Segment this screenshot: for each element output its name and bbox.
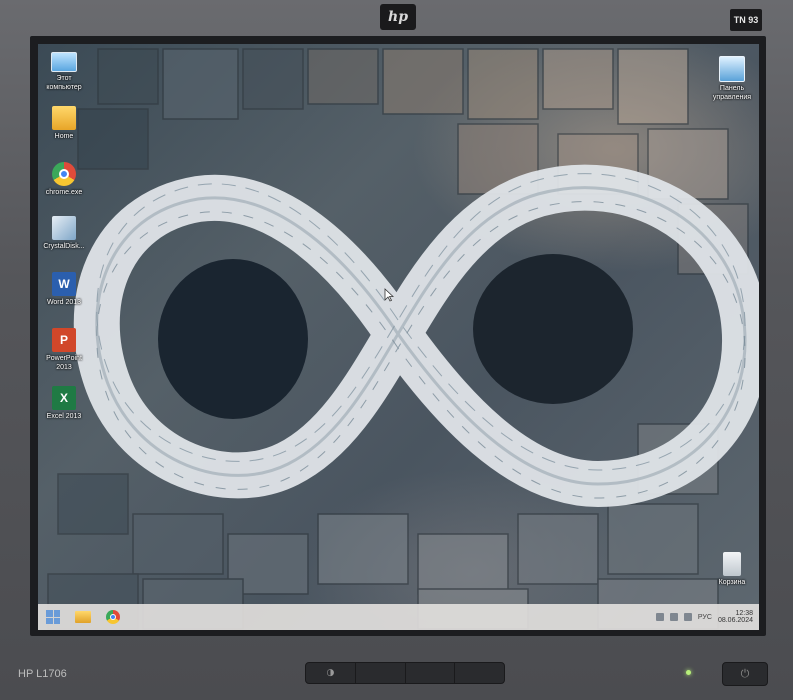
wallpaper xyxy=(47,48,759,630)
excel-icon: X xyxy=(52,386,76,410)
power-button[interactable]: ⏻ xyxy=(722,662,768,686)
folder-icon xyxy=(52,106,76,130)
desktop-icon-label: Home xyxy=(54,133,74,140)
desktop-icon-label: CrystalDisk... xyxy=(43,243,85,250)
computer-icon xyxy=(51,52,77,72)
chrome-icon xyxy=(106,610,120,624)
recycle-bin-icon xyxy=(723,552,741,576)
desktop-icon-excel[interactable]: X Excel 2013 xyxy=(38,386,90,421)
windows-icon xyxy=(46,610,60,624)
desktop-icon-label: Этот компьютер xyxy=(46,75,82,91)
control-panel-icon xyxy=(719,56,745,82)
desktop-icon-label: Excel 2013 xyxy=(46,413,82,420)
desktop-icon-chrome[interactable]: chrome.exe xyxy=(38,162,90,197)
word-icon: W xyxy=(52,272,76,296)
taskbar-chrome-button[interactable] xyxy=(98,606,128,628)
mouse-cursor-icon xyxy=(384,288,394,302)
monitor-front-buttons[interactable]: ◑ xyxy=(305,662,505,684)
desktop-icon-control-panel[interactable]: Панель управления xyxy=(706,56,758,102)
desktop-icon-label: Панель управления xyxy=(712,85,752,101)
start-button[interactable] xyxy=(38,606,68,628)
minus-button[interactable] xyxy=(406,663,456,683)
desktop-icon-crystaldisk[interactable]: CrystalDisk... xyxy=(38,216,90,251)
clock-date: 08.06.2024 xyxy=(717,617,753,624)
desktop-icon-label: chrome.exe xyxy=(45,189,83,196)
powerpoint-icon: P xyxy=(52,328,76,352)
volume-icon[interactable] xyxy=(683,613,692,621)
brightness-button[interactable]: ◑ xyxy=(306,663,356,683)
desktop-icon-label: Word 2013 xyxy=(46,299,82,306)
hp-logo: hp xyxy=(380,4,416,30)
desktop-icon-home[interactable]: Home xyxy=(38,106,90,141)
desktop-icon-powerpoint[interactable]: P PowerPoint 2013 xyxy=(38,328,90,372)
network-icon[interactable] xyxy=(669,613,678,621)
taskbar: РУС 12:38 08.06.2024 xyxy=(38,604,759,630)
menu-button[interactable] xyxy=(356,663,406,683)
desktop-icon-word[interactable]: W Word 2013 xyxy=(38,272,90,307)
show-hidden-icons-icon[interactable] xyxy=(655,613,664,621)
desktop-icon-recycle-bin[interactable]: Корзина xyxy=(706,552,758,587)
crystaldisk-icon xyxy=(52,216,76,240)
power-led-icon xyxy=(686,670,691,675)
desktop-icon-label: Корзина xyxy=(718,579,746,586)
monitor-badge: TN 93 xyxy=(730,9,762,31)
desktop-screen: Этот компьютер Home chrome.exe CrystalDi… xyxy=(38,44,759,630)
taskbar-explorer-button[interactable] xyxy=(68,606,98,628)
model-label: HP L1706 xyxy=(18,668,67,680)
chrome-icon xyxy=(52,162,76,186)
desktop-icon-label: PowerPoint 2013 xyxy=(46,355,82,371)
file-explorer-icon xyxy=(75,611,91,623)
clock[interactable]: 12:38 08.06.2024 xyxy=(718,610,753,624)
language-indicator[interactable]: РУС xyxy=(698,614,712,621)
plus-button[interactable] xyxy=(455,663,504,683)
desktop-icon-this-pc[interactable]: Этот компьютер xyxy=(38,52,90,92)
clock-time: 12:38 xyxy=(735,610,753,617)
system-tray: РУС 12:38 08.06.2024 xyxy=(655,610,759,624)
